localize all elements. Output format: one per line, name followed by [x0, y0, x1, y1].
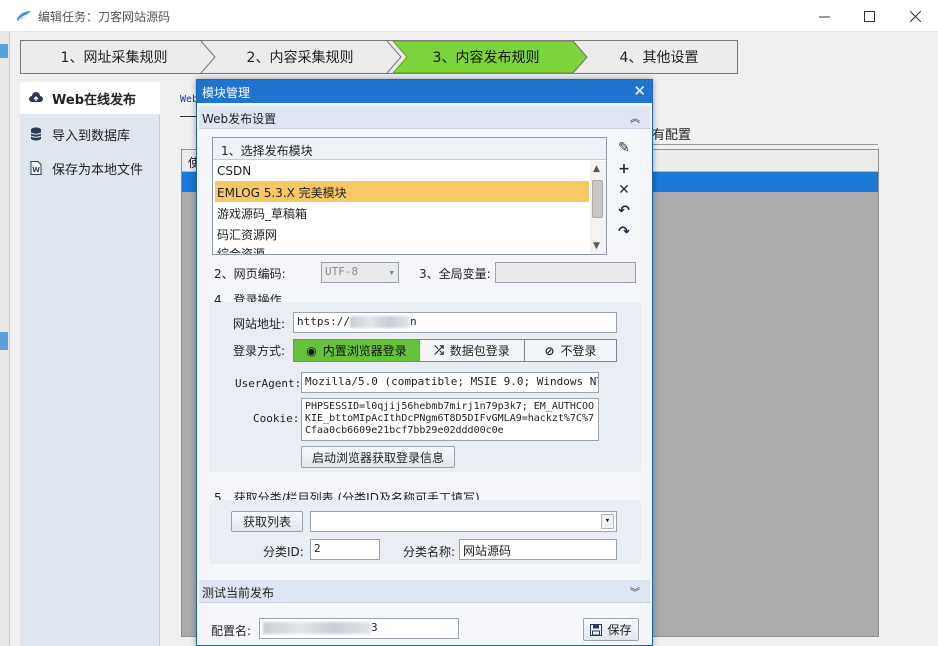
category-name-label: 分类名称: [403, 545, 456, 559]
nav-item-web-publish[interactable]: Web在线发布 [20, 82, 160, 114]
floppy-disk-icon [590, 623, 603, 636]
dialog-close-button[interactable]: ✕ [633, 82, 646, 100]
scroll-down-icon[interactable]: ▼ [593, 241, 600, 251]
nav-item-label: 保存为本地文件 [52, 162, 144, 178]
login-method-none[interactable]: ⊘ 不登录 [525, 340, 616, 361]
cookie-textarea[interactable]: PHPSESSID=l0qjij56hebmb7mirj1n79p3k7; EM… [301, 398, 599, 441]
maximize-button[interactable] [846, 0, 892, 32]
global-var-label: 3、全局变量: [419, 267, 491, 281]
window-titlebar: 编辑任务：刀客网站源码 [0, 0, 938, 32]
close-window-button[interactable] [892, 0, 938, 32]
encoding-label: 2、网页编码: [214, 267, 286, 281]
module-item-csdn[interactable]: CSDN [215, 161, 589, 182]
login-method-label: 登录方式: [233, 344, 286, 358]
encoding-value: UTF-8 [325, 265, 359, 278]
globe-icon: ◉ [306, 343, 317, 358]
scroll-thumb[interactable] [592, 180, 603, 218]
wizard-steps: 1、网址采集规则 2、内容采集规则 3、内容发布规则 4、其他设置 [20, 40, 738, 74]
tab-divider [652, 144, 878, 145]
add-icon[interactable]: + [615, 160, 633, 178]
launch-browser-button[interactable]: 启动浏览器获取登录信息 [301, 446, 455, 468]
step-content-rules[interactable]: 2、内容采集规则 [207, 41, 393, 73]
module-toolbar: ✎ + ✕ ↶ ↷ [609, 137, 639, 255]
login-method-label-text: 数据包登录 [449, 344, 510, 358]
module-item-mahui[interactable]: 码汇资源网 [215, 223, 589, 244]
site-url-label: 网站地址: [233, 317, 286, 331]
nav-item-label: 导入到数据库 [52, 128, 131, 144]
module-manager-dialog: 模块管理 ✕ Web发布设置 ︽ 1、选择发布模块 CSDN EMLOG 5.3… [196, 79, 653, 646]
login-method-builtin-browser[interactable]: ◉ 内置浏览器登录 [294, 340, 420, 361]
useragent-input[interactable]: Mozilla/5.0 (compatible; MSIE 9.0; Windo… [301, 372, 599, 393]
collapse-up-icon[interactable]: ︽ [630, 110, 640, 125]
nav-item-save-local[interactable]: W 保存为本地文件 [20, 152, 160, 184]
step-publish-rules[interactable]: 3、内容发布规则 [393, 41, 579, 73]
config-name-label: 配置名: [211, 624, 252, 638]
redo-icon[interactable]: ↷ [615, 223, 633, 241]
edit-icon[interactable]: ✎ [615, 139, 633, 157]
cookie-label: Cookie: [253, 412, 300, 425]
cloud-upload-icon [28, 90, 44, 106]
step-other-settings[interactable]: 4、其他设置 [579, 41, 739, 73]
minimize-icon [818, 16, 830, 17]
module-item-general[interactable]: 综合资源 [215, 242, 589, 254]
config-name-suffix: 3 [371, 621, 378, 634]
word-file-icon: W [28, 160, 44, 176]
config-name-input[interactable]: 3 [259, 618, 459, 639]
category-id-input[interactable]: 2 [310, 539, 380, 560]
login-method-label-text: 内置浏览器登录 [322, 344, 407, 358]
login-method-packet[interactable]: ⤮ 数据包登录 [420, 340, 525, 361]
app-logo-icon [17, 11, 31, 21]
global-var-input[interactable] [495, 262, 636, 283]
delete-icon[interactable]: ✕ [615, 181, 633, 199]
chevron-down-icon: ▾ [388, 266, 395, 279]
minimize-button[interactable] [801, 0, 847, 32]
site-url-input[interactable]: https:// n [293, 312, 617, 333]
redacted-text [263, 622, 371, 634]
module-item-game-source[interactable]: 游戏源码_草稿箱 [215, 202, 589, 223]
edge-marker [0, 44, 8, 58]
publish-nav: Web在线发布 导入到数据库 W 保存为本地文件 [20, 82, 160, 646]
login-method-label-text: 不登录 [560, 344, 597, 358]
login-method-selector: ◉ 内置浏览器登录 ⤮ 数据包登录 ⊘ 不登录 [293, 339, 617, 362]
database-icon [28, 126, 44, 142]
shuffle-icon: ⤮ [434, 343, 444, 357]
save-button[interactable]: 保存 [583, 618, 639, 641]
module-list: 1、选择发布模块 CSDN EMLOG 5.3.X 完美模块 游戏源码_草稿箱 … [212, 137, 607, 255]
category-name-input[interactable]: 网站源码 [459, 539, 617, 560]
module-item-emlog[interactable]: EMLOG 5.3.X 完美模块 [215, 181, 589, 202]
useragent-label: UserAgent: [235, 377, 302, 390]
web-settings-group-header[interactable]: Web发布设置 ︽ [199, 106, 650, 129]
maximize-icon [863, 10, 875, 22]
module-list-scrollbar[interactable]: ▲ ▼ [590, 161, 606, 254]
group-title: Web发布设置 [202, 112, 277, 126]
group-title: 测试当前发布 [202, 586, 275, 600]
module-list-header: 1、选择发布模块 [213, 138, 606, 160]
site-url-prefix: https:// [297, 315, 350, 328]
tab-all-config[interactable]: 有配置 [652, 124, 691, 143]
category-dropdown[interactable]: ▾ [310, 511, 617, 532]
module-list-title: 1、选择发布模块 [221, 144, 313, 158]
save-label: 保存 [607, 623, 632, 637]
svg-text:W: W [32, 166, 40, 174]
ban-icon: ⊘ [544, 343, 555, 358]
step-url-rules[interactable]: 1、网址采集规则 [21, 41, 207, 73]
redacted-text [349, 316, 410, 328]
nav-item-label: Web在线发布 [52, 92, 136, 108]
nav-item-import-db[interactable]: 导入到数据库 [20, 118, 160, 150]
category-id-label: 分类ID: [263, 545, 304, 559]
undo-icon[interactable]: ↶ [615, 202, 633, 220]
scroll-up-icon[interactable]: ▲ [593, 164, 600, 174]
close-icon [909, 10, 921, 22]
expand-down-icon[interactable]: ︾ [630, 584, 640, 599]
encoding-select[interactable]: UTF-8 ▾ [321, 262, 399, 283]
edge-marker [0, 332, 8, 350]
background-window-edge [0, 32, 10, 646]
window-title: 编辑任务：刀客网站源码 [38, 10, 171, 24]
test-publish-group-header[interactable]: 测试当前发布 ︾ [199, 580, 650, 603]
fetch-list-button[interactable]: 获取列表 [231, 511, 303, 532]
dialog-titlebar: 模块管理 ✕ [197, 80, 652, 103]
dialog-title: 模块管理 [202, 86, 251, 100]
site-url-suffix: n [409, 315, 417, 328]
chevron-down-icon[interactable]: ▾ [601, 514, 614, 529]
